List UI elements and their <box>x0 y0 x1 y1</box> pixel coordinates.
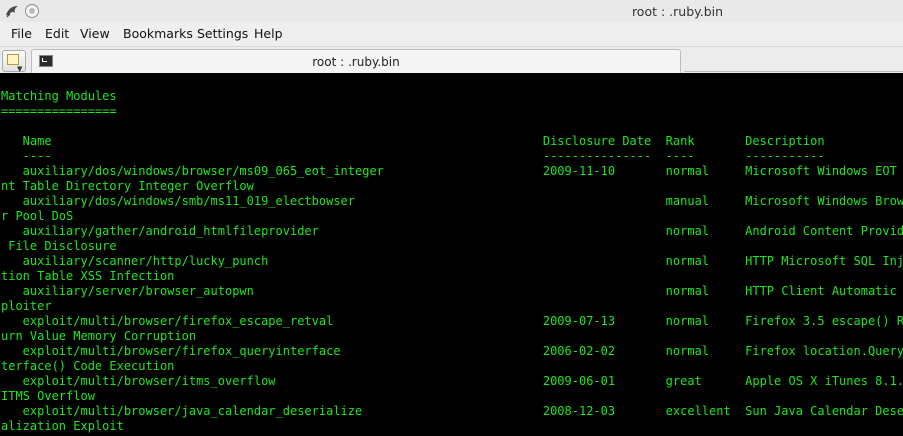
new-tab-icon <box>7 54 19 65</box>
window-title: root : .ruby.bin <box>631 4 724 19</box>
terminal-line: auxiliary/gather/android_htmlfileprovide… <box>1 224 903 238</box>
terminal-line: urn Value Memory Corruption <box>1 329 197 343</box>
tab-bar: ▼ root : .ruby.bin <box>0 46 903 74</box>
terminal-line: auxiliary/scanner/http/lucky_punch norma… <box>1 254 903 268</box>
tab-label: root : .ruby.bin <box>312 55 400 69</box>
terminal-line: exploit/multi/browser/firefox_escape_ret… <box>1 314 903 328</box>
menu-settings[interactable]: Settings <box>197 26 248 41</box>
terminal-line: exploit/multi/browser/firefox_queryinter… <box>1 344 903 358</box>
menu-file[interactable]: File <box>11 26 32 41</box>
terminal-line: auxiliary/dos/windows/smb/ms11_019_elect… <box>1 194 903 208</box>
terminal-line: File Disclosure <box>1 239 117 253</box>
terminal-output[interactable]: Matching Modules ================ Name Di… <box>0 73 903 436</box>
terminal-line: ploiter <box>1 299 52 313</box>
terminal-line: ---- --------------- ---- ----------- <box>1 149 825 163</box>
terminal-line: ITMS Overflow <box>1 389 95 403</box>
window-titlebar[interactable]: root : .ruby.bin <box>0 0 903 22</box>
chevron-down-icon: ▼ <box>17 65 23 73</box>
menubar: File Edit View Bookmarks Settings Help <box>0 22 903 46</box>
terminal-line: nt Table Directory Integer Overflow <box>1 179 254 193</box>
terminal-line: exploit/multi/browser/java_calendar_dese… <box>1 404 903 418</box>
terminal-line: exploit/multi/browser/itms_overflow 2009… <box>1 374 903 388</box>
terminal-line: auxiliary/dos/windows/browser/ms09_065_e… <box>1 164 903 178</box>
menu-view[interactable]: View <box>80 26 110 41</box>
terminal-line: tion Table XSS Infection <box>1 269 175 283</box>
terminal-line: ================ <box>1 104 117 118</box>
terminal-line: auxiliary/server/browser_autopwn normal … <box>1 284 903 298</box>
terminal-line: Name Disclosure Date Rank Description <box>1 134 825 148</box>
terminal-line: terface() Code Execution <box>1 359 175 373</box>
terminal-line: Matching Modules <box>1 89 117 103</box>
menu-bookmarks[interactable]: Bookmarks <box>123 26 193 41</box>
new-tab-button[interactable]: ▼ <box>2 50 26 73</box>
tab-bar-divider <box>684 71 903 72</box>
terminal-line: alization Exploit <box>1 419 124 433</box>
menu-edit[interactable]: Edit <box>45 26 69 41</box>
terminal-line: r Pool DoS <box>1 209 74 223</box>
menu-help[interactable]: Help <box>254 26 283 41</box>
tab-terminal[interactable]: root : .ruby.bin <box>31 49 681 74</box>
